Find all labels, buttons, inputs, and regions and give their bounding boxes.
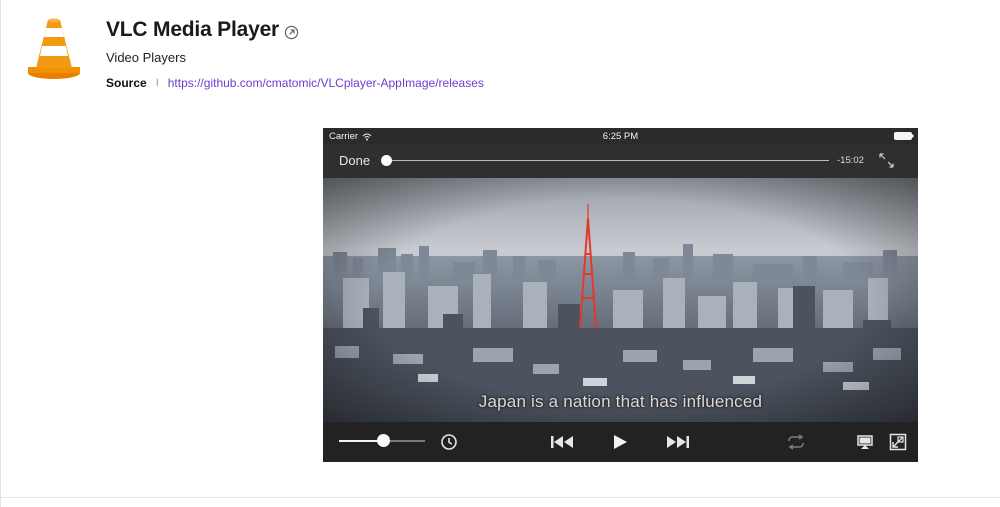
app-category: Video Players xyxy=(106,50,186,65)
time-remaining: -15:02 xyxy=(837,155,864,166)
footer-divider xyxy=(1,497,1000,498)
bottom-controls-bar xyxy=(323,422,918,462)
external-link-icon[interactable] xyxy=(284,25,299,40)
seek-bar[interactable] xyxy=(387,160,829,161)
vlc-logo-icon xyxy=(28,18,80,79)
volume-knob[interactable] xyxy=(377,434,391,447)
seek-knob[interactable] xyxy=(381,155,392,166)
source-row: Source I https://github.com/cmatomic/VLC… xyxy=(106,76,484,90)
repeat-icon[interactable] xyxy=(786,433,806,451)
video-frame[interactable]: Japan is a nation that has influenced xyxy=(323,178,918,422)
next-icon[interactable] xyxy=(664,433,690,451)
app-title: VLC Media Player xyxy=(106,18,280,41)
fullscreen-toggle-icon[interactable] xyxy=(879,153,894,168)
source-separator: I xyxy=(155,77,159,89)
sleep-timer-icon[interactable] xyxy=(440,433,458,451)
done-button[interactable]: Done xyxy=(339,153,370,168)
tokyo-city-video-frame xyxy=(323,178,918,422)
source-label: Source xyxy=(106,76,147,90)
aspect-ratio-icon[interactable] xyxy=(889,433,907,451)
airplay-icon[interactable] xyxy=(856,433,874,451)
ios-status-bar: Carrier 6:25 PM xyxy=(323,128,918,144)
app-detail-page: VLC Media Player Video Players Source I … xyxy=(0,0,1000,507)
battery-icon xyxy=(894,132,914,140)
play-icon[interactable] xyxy=(611,433,629,451)
subtitle-text: Japan is a nation that has influenced xyxy=(478,392,763,411)
top-controls-bar: Done -15:02 xyxy=(323,144,918,178)
app-title-row: VLC Media Player xyxy=(106,18,299,42)
previous-icon[interactable] xyxy=(550,433,576,451)
status-time: 6:25 PM xyxy=(602,131,639,142)
source-link[interactable]: https://github.com/cmatomic/VLCplayer-Ap… xyxy=(168,76,484,90)
app-screenshot: Carrier 6:25 PM Done -15:02 Japan is a n… xyxy=(323,128,918,462)
